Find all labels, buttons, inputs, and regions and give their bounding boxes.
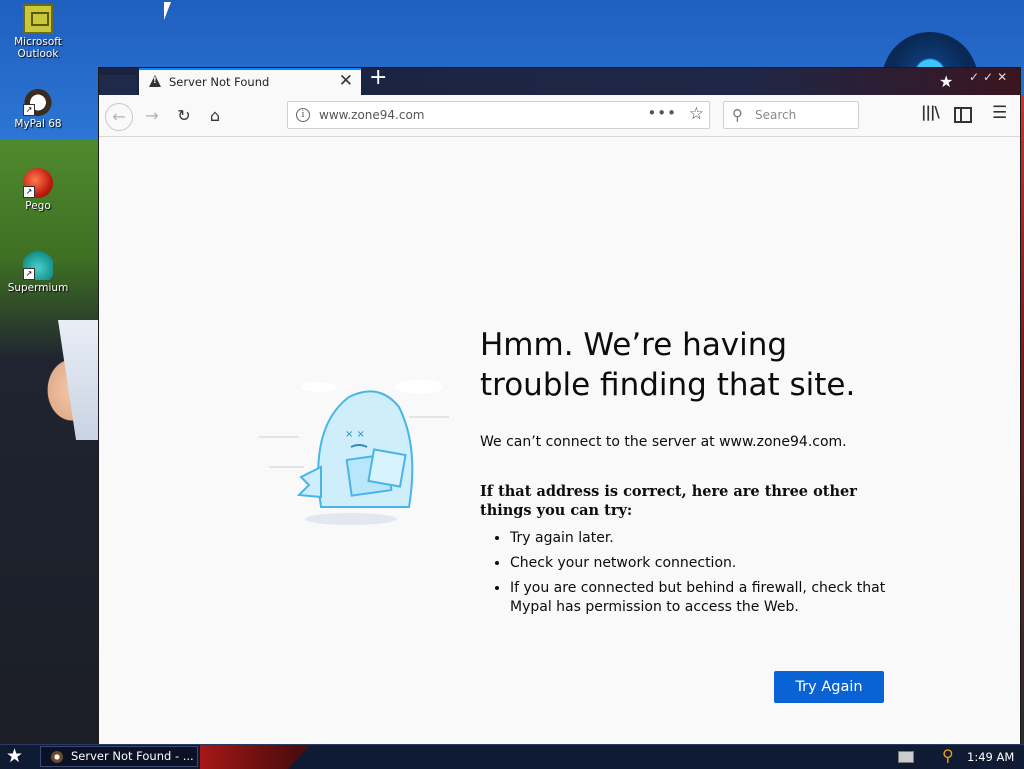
list-item: Check your network connection. <box>510 554 910 573</box>
try-again-button[interactable]: Try Again <box>774 671 884 703</box>
desktop-icon-supermium[interactable]: ↗ Supermium <box>0 250 76 294</box>
search-placeholder: Search <box>755 108 797 122</box>
taskbar-item-label: Server Not Found - ... <box>71 749 194 763</box>
address-bar[interactable]: i www.zone94.com ••• ☆ <box>287 101 710 129</box>
taskbar: ★ Server Not Found - ... ⚲ 1:49 AM <box>0 744 1024 769</box>
desktop-icon-pego[interactable]: ↗ Pego <box>0 168 76 212</box>
new-tab-button[interactable]: + <box>369 65 387 90</box>
search-input[interactable]: ⚲ Search <box>723 101 859 129</box>
desktop-icon-label: Pego <box>25 200 51 212</box>
page-actions-icon[interactable]: ••• <box>647 104 677 122</box>
bookmark-star-icon[interactable]: ☆ <box>689 104 704 124</box>
mypal-icon <box>51 751 63 763</box>
error-page: × × Hmm. We’re having trouble finding th… <box>99 137 1020 744</box>
url-text[interactable]: www.zone94.com <box>319 108 425 122</box>
pego-icon: ↗ <box>23 168 53 198</box>
error-description: We can’t connect to the server at www.zo… <box>480 434 847 450</box>
reload-button[interactable]: ↻ <box>172 104 196 128</box>
navigation-toolbar: ← → ↻ ⌂ i www.zone94.com ••• ☆ ⚲ Search … <box>99 95 1020 137</box>
desktop-icon-label: Supermium <box>7 282 69 294</box>
home-button[interactable]: ⌂ <box>203 104 227 128</box>
shortcut-arrow-icon: ↗ <box>23 186 35 198</box>
tray-search-icon[interactable]: ⚲ <box>942 746 954 765</box>
mypal-icon: ↗ <box>23 86 53 116</box>
start-button[interactable]: ★ <box>6 745 23 767</box>
suggestions-list: Try again later. Check your network conn… <box>495 529 910 623</box>
keyboard-icon[interactable] <box>898 751 914 763</box>
warning-icon <box>149 75 161 87</box>
list-item: Try again later. <box>510 529 910 548</box>
error-title: Hmm. We’re having trouble finding that s… <box>480 327 856 403</box>
desktop-icon-label: Outlook <box>17 48 59 60</box>
star-icon: ★ <box>939 72 954 91</box>
forward-button[interactable]: → <box>140 104 164 128</box>
menu-icon[interactable]: ☰ <box>992 103 1007 123</box>
desktop-icon-label: MyPal 68 <box>14 118 62 130</box>
desktop-icon-outlook[interactable]: Microsoft Outlook <box>0 4 76 60</box>
error-illustration: × × <box>259 380 449 525</box>
browser-window: Server Not Found ✕ + ★ ✓✓✕ ← → ↻ ⌂ i www… <box>99 65 1020 744</box>
desktop-icon-label: Microsoft <box>14 36 62 48</box>
tab-server-not-found[interactable]: Server Not Found ✕ <box>139 68 361 95</box>
mouse-cursor-icon <box>164 2 178 20</box>
desktop-icon-mypal[interactable]: ↗ MyPal 68 <box>0 86 76 130</box>
outlook-icon <box>23 4 53 34</box>
info-icon[interactable]: i <box>296 108 310 122</box>
shortcut-arrow-icon: ↗ <box>23 268 35 280</box>
sidebar-icon[interactable] <box>954 107 972 123</box>
window-controls[interactable]: ✓✓✕ <box>969 70 1011 84</box>
supermium-icon: ↗ <box>23 250 53 280</box>
list-item: If you are connected but behind a firewa… <box>510 579 910 617</box>
svg-text:× ×: × × <box>345 429 365 440</box>
error-suggestions-heading: If that address is correct, here are thr… <box>480 483 857 519</box>
shortcut-arrow-icon: ↗ <box>23 104 35 116</box>
search-icon: ⚲ <box>732 106 743 124</box>
back-button[interactable]: ← <box>105 103 133 131</box>
tab-title: Server Not Found <box>169 75 270 89</box>
library-icon[interactable]: |||\ <box>921 103 940 121</box>
wallpaper-shirt <box>58 320 100 440</box>
taskbar-decoration <box>200 745 310 769</box>
taskbar-item-browser[interactable]: Server Not Found - ... <box>40 746 198 767</box>
clock[interactable]: 1:49 AM <box>967 750 1014 764</box>
desktop-wallpaper-photo <box>0 140 100 750</box>
titlebar-sliver <box>99 75 137 95</box>
close-tab-icon[interactable]: ✕ <box>339 71 353 91</box>
browser-titlebar: Server Not Found ✕ + ★ ✓✓✕ <box>99 65 1020 95</box>
